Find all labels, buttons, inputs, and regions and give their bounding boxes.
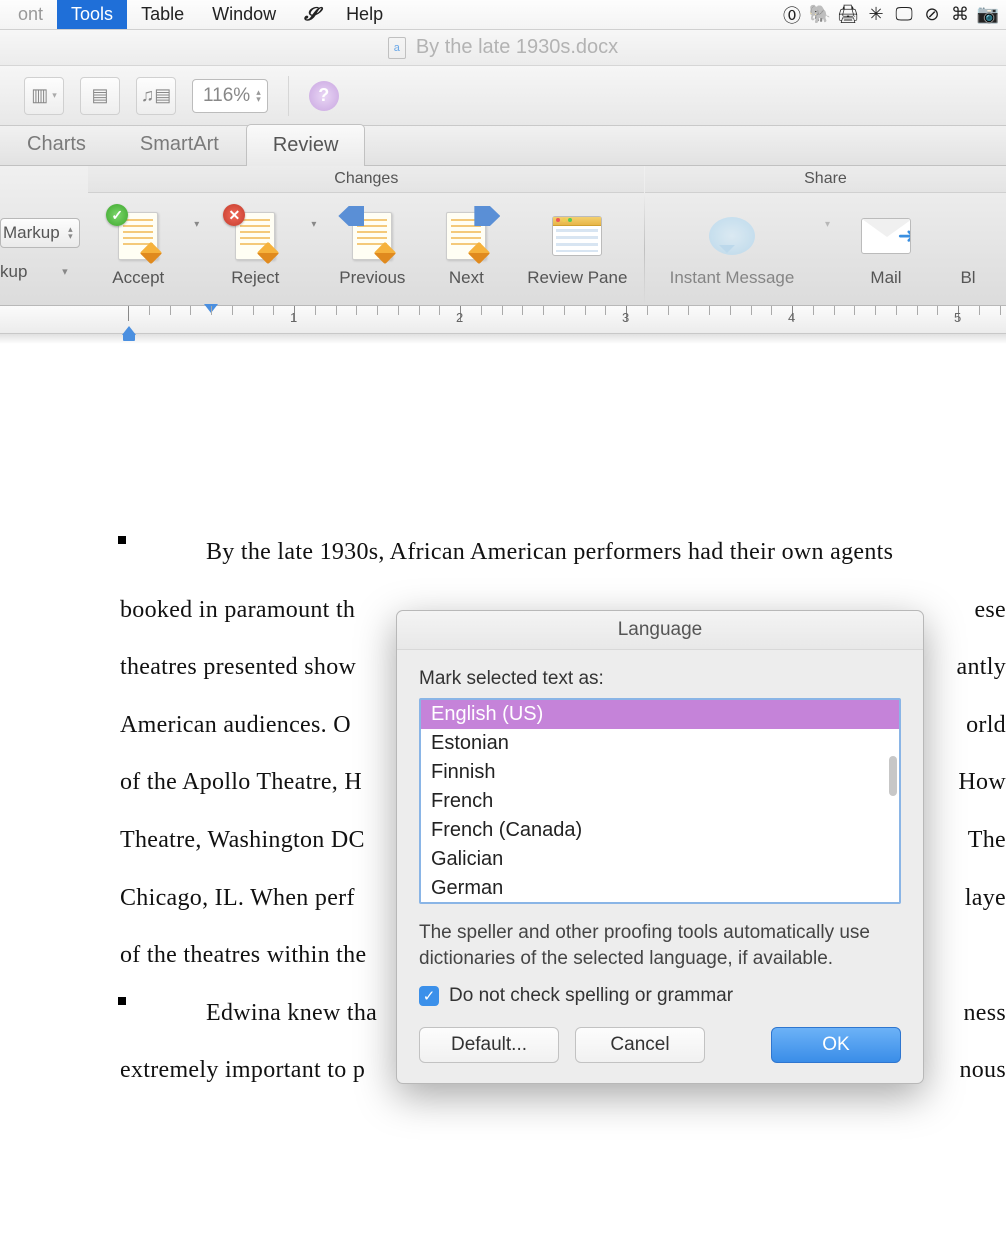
camera-icon[interactable]: 📷	[974, 4, 1002, 25]
keychain-icon[interactable]: 🄋	[778, 2, 806, 28]
document-icon: a	[388, 37, 406, 59]
menu-font[interactable]: ont	[4, 0, 57, 29]
sidebar-toggle-button[interactable]: ▥	[24, 77, 64, 115]
language-option-french-canada[interactable]: French (Canada)	[421, 816, 899, 845]
ok-button[interactable]: OK	[771, 1027, 901, 1063]
horizontal-ruler[interactable]: 1 2 3 4 5	[0, 306, 1006, 334]
im-dropdown-icon[interactable]: ▾	[825, 219, 830, 230]
language-option-galician[interactable]: Galician	[421, 845, 899, 874]
left-indent-marker[interactable]	[123, 334, 135, 341]
cancel-button[interactable]: Cancel	[575, 1027, 705, 1063]
next-label: Next	[449, 268, 484, 288]
tab-review[interactable]: Review	[246, 124, 366, 166]
dialog-title: Language	[397, 611, 923, 650]
media-browser-button[interactable]: ♫▤	[136, 77, 176, 115]
mail-label: Mail	[870, 268, 901, 288]
menu-help[interactable]: Help	[332, 0, 397, 29]
language-option-estonian[interactable]: Estonian	[421, 729, 899, 758]
default-button[interactable]: Default...	[419, 1027, 559, 1063]
language-dialog: Language Mark selected text as: English …	[396, 610, 924, 1084]
review-pane-button[interactable]: Review Pane	[522, 210, 632, 288]
document-filename: By the late 1930s.docx	[416, 36, 618, 59]
menu-table[interactable]: Table	[127, 0, 198, 29]
language-option-french[interactable]: French	[421, 787, 899, 816]
previous-change-button[interactable]: Previous	[334, 210, 410, 288]
ruler-mark: 1	[290, 310, 297, 325]
no-proofing-checkbox[interactable]: ✓	[419, 986, 439, 1006]
review-pane-label: Review Pane	[527, 268, 627, 288]
pane-icon	[552, 216, 602, 256]
ruler-mark: 3	[622, 310, 629, 325]
mac-menubar: ont Tools Table Window 𝓢 Help 🄋 🐘 🖨 ✳ 🖵 …	[0, 0, 1006, 30]
block-button[interactable]: Bl	[942, 210, 994, 288]
ruler-mark: 2	[456, 310, 463, 325]
accept-label: Accept	[112, 268, 164, 288]
group-share-header: Share	[645, 166, 1006, 193]
accept-button[interactable]: ✓ Accept	[100, 210, 176, 288]
ruler-mark: 4	[788, 310, 795, 325]
language-option-finnish[interactable]: Finnish	[421, 758, 899, 787]
sync-icon[interactable]: ⊘	[918, 4, 946, 25]
ribbon-body: Markup ▴▾ kup ▾ Changes ✓ Accept ▾ ✕ Rej…	[0, 166, 1006, 306]
quick-access-toolbar: ▥ ▤ ♫▤ 116% ▴▾ ?	[0, 66, 1006, 126]
no-proofing-label: Do not check spelling or grammar	[449, 985, 733, 1007]
listbox-scrollbar[interactable]	[889, 756, 897, 796]
markup-display-label: Markup	[3, 223, 60, 243]
display-icon[interactable]: 🖵	[890, 4, 918, 25]
markup-display-select[interactable]: Markup ▴▾	[0, 218, 80, 248]
block-label: Bl	[960, 268, 975, 288]
language-option-english-us[interactable]: English (US)	[421, 700, 899, 729]
group-changes-header: Changes	[88, 166, 644, 193]
dialog-description: The speller and other proofing tools aut…	[419, 920, 901, 971]
accept-dropdown-icon[interactable]: ▾	[194, 219, 199, 230]
toolbar-divider	[288, 76, 289, 116]
window-titlebar: a By the late 1930s.docx	[0, 30, 1006, 66]
markup-options-select[interactable]: kup ▾	[0, 262, 80, 282]
tab-charts[interactable]: Charts	[0, 123, 113, 165]
printer-icon[interactable]: 🖨	[834, 4, 862, 25]
arrow-right-icon	[474, 206, 500, 226]
menu-window[interactable]: Window	[198, 0, 290, 29]
help-button[interactable]: ?	[309, 81, 339, 111]
tab-smartart[interactable]: SmartArt	[113, 123, 246, 165]
instant-message-button[interactable]: Instant Message	[657, 210, 807, 288]
mark-text-label: Mark selected text as:	[419, 668, 901, 690]
reject-dropdown-icon[interactable]: ▾	[311, 219, 316, 230]
toolbox-button[interactable]: ▤	[80, 77, 120, 115]
language-listbox[interactable]: English (US) Estonian Finnish French Fre…	[419, 698, 901, 904]
markup-options-label: kup	[0, 262, 27, 282]
zoom-value: 116%	[203, 85, 250, 107]
brightness-icon[interactable]: ✳	[862, 4, 890, 25]
zoom-stepper-icon[interactable]: ▴▾	[256, 89, 261, 103]
language-option-german[interactable]: German	[421, 874, 899, 903]
reject-button[interactable]: ✕ Reject	[217, 210, 293, 288]
chat-bubble-icon	[709, 217, 755, 255]
keyboard-icon[interactable]: ⌘	[946, 4, 974, 25]
mail-button[interactable]: ➜ Mail	[848, 210, 924, 288]
arrow-left-icon	[338, 206, 364, 226]
menu-script-icon[interactable]: 𝓢	[290, 0, 332, 29]
next-change-button[interactable]: Next	[428, 210, 504, 288]
tracking-controls: Markup ▴▾ kup ▾	[0, 166, 88, 305]
ribbon-tabs: Charts SmartArt Review	[0, 126, 1006, 166]
bullet-icon	[118, 997, 126, 1005]
previous-label: Previous	[339, 268, 405, 288]
menu-tools[interactable]: Tools	[57, 0, 127, 29]
bullet-icon	[118, 536, 126, 544]
evernote-icon[interactable]: 🐘	[806, 4, 834, 25]
ruler-mark: 5	[954, 310, 961, 325]
zoom-control[interactable]: 116% ▴▾	[192, 79, 268, 113]
reject-label: Reject	[231, 268, 279, 288]
envelope-icon: ➜	[861, 218, 911, 254]
instant-message-label: Instant Message	[670, 268, 795, 288]
